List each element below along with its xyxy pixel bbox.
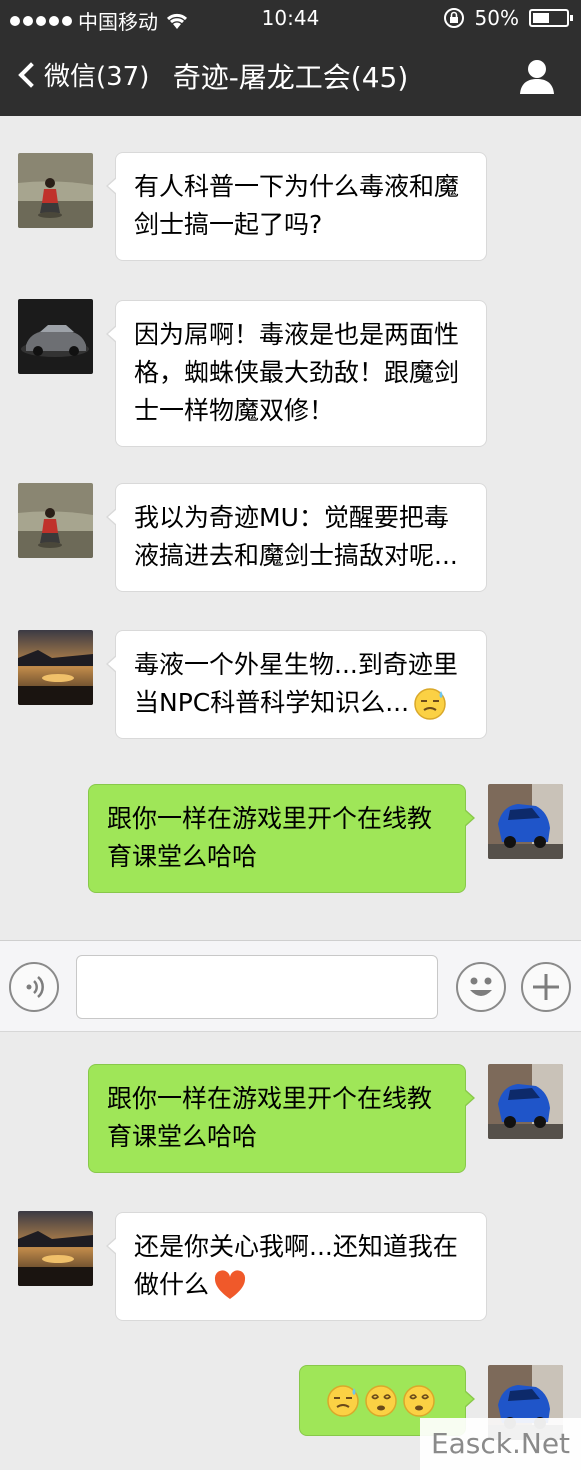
outgoing-message-bubble[interactable]: 跟你一样在游戏里开个在线教 育课堂么哈哈	[88, 1064, 475, 1173]
incoming-message-bubble[interactable]: 毒液一个外星生物...到奇迹里当NPC科普科学知识么...	[106, 630, 487, 739]
message-text-line: 士一样物魔双修！	[134, 396, 335, 425]
incoming-message-bubble[interactable]: 因为屌啊！毒液是也是两面性 格，蜘蛛侠最大劲敌！跟魔剑 士一样物魔双修！	[106, 300, 487, 447]
avatar[interactable]	[18, 1211, 93, 1286]
avatar[interactable]	[18, 630, 93, 705]
avatar[interactable]	[18, 153, 93, 228]
message-text-line: 跟你一样在游戏里开个在线教	[107, 1084, 433, 1113]
message-text-line: 跟你一样在游戏里开个在线教	[107, 804, 433, 833]
avatar[interactable]	[18, 483, 93, 558]
battery-icon	[529, 9, 573, 27]
status-right: 50%	[443, 6, 573, 30]
outgoing-message-bubble[interactable]: 跟你一样在游戏里开个在线教 育课堂么哈哈	[88, 784, 475, 893]
message-text-line: 我以为奇迹MU：觉醒要把毒	[134, 503, 449, 532]
sweat-smile-emoji-icon	[414, 688, 446, 720]
message-text-line: 育课堂么哈哈	[107, 1122, 258, 1151]
message-text-line: 剑士搞一起了吗?	[134, 210, 323, 239]
message-text-line: 育课堂么哈哈	[107, 842, 258, 871]
nav-bar: 微信(37) 奇迹-屠龙工会(45)	[0, 38, 581, 116]
rotation-lock-icon	[443, 8, 464, 28]
message-text-line: 因为屌啊！毒液是也是两面性	[134, 320, 460, 349]
message-input[interactable]	[76, 955, 438, 1019]
smiley-icon	[470, 977, 492, 996]
dizzy-face-emoji-icon	[365, 1385, 397, 1417]
status-bar: 中国移动 10:44 50%	[0, 0, 581, 38]
more-button[interactable]	[521, 962, 571, 1012]
message-text-line: 当NPC科普科学知识么...	[134, 684, 468, 722]
voice-icon	[26, 976, 44, 998]
incoming-message-bubble[interactable]: 还是你关心我啊...还知道我在做什么	[106, 1212, 487, 1321]
chat-title: 奇迹-屠龙工会(45)	[172, 61, 409, 94]
avatar[interactable]	[488, 1064, 563, 1139]
battery-percent: 50%	[474, 6, 519, 30]
avatar[interactable]	[18, 299, 93, 374]
heart-emoji-icon	[214, 1270, 246, 1299]
incoming-message-bubble[interactable]: 有人科普一下为什么毒液和魔 剑士搞一起了吗?	[106, 152, 487, 261]
sweat-smile-emoji-icon	[327, 1385, 359, 1417]
voice-button[interactable]	[9, 962, 59, 1012]
avatar[interactable]	[488, 784, 563, 859]
input-bar	[0, 940, 581, 1032]
emoji-row	[318, 1381, 447, 1419]
incoming-message-bubble[interactable]: 我以为奇迹MU：觉醒要把毒 液搞进去和魔剑士搞敌对呢...	[106, 483, 487, 592]
dizzy-face-emoji-icon	[403, 1385, 435, 1417]
plus-icon	[533, 974, 559, 1000]
message-text-line: 毒液一个外星生物...到奇迹里	[134, 650, 458, 679]
message-text-line: 还是你关心我啊...还知道我在	[134, 1232, 458, 1261]
message-text-line: 做什么	[134, 1266, 468, 1304]
emoji-button[interactable]	[456, 962, 506, 1012]
message-text-line: 有人科普一下为什么毒液和魔	[134, 172, 460, 201]
message-text-line: 液搞进去和魔剑士搞敌对呢...	[134, 541, 458, 570]
message-text-line: 格，蜘蛛侠最大劲敌！跟魔剑	[134, 358, 460, 387]
group-info-icon[interactable]	[517, 56, 557, 96]
watermark: Easck.Net	[420, 1418, 581, 1470]
